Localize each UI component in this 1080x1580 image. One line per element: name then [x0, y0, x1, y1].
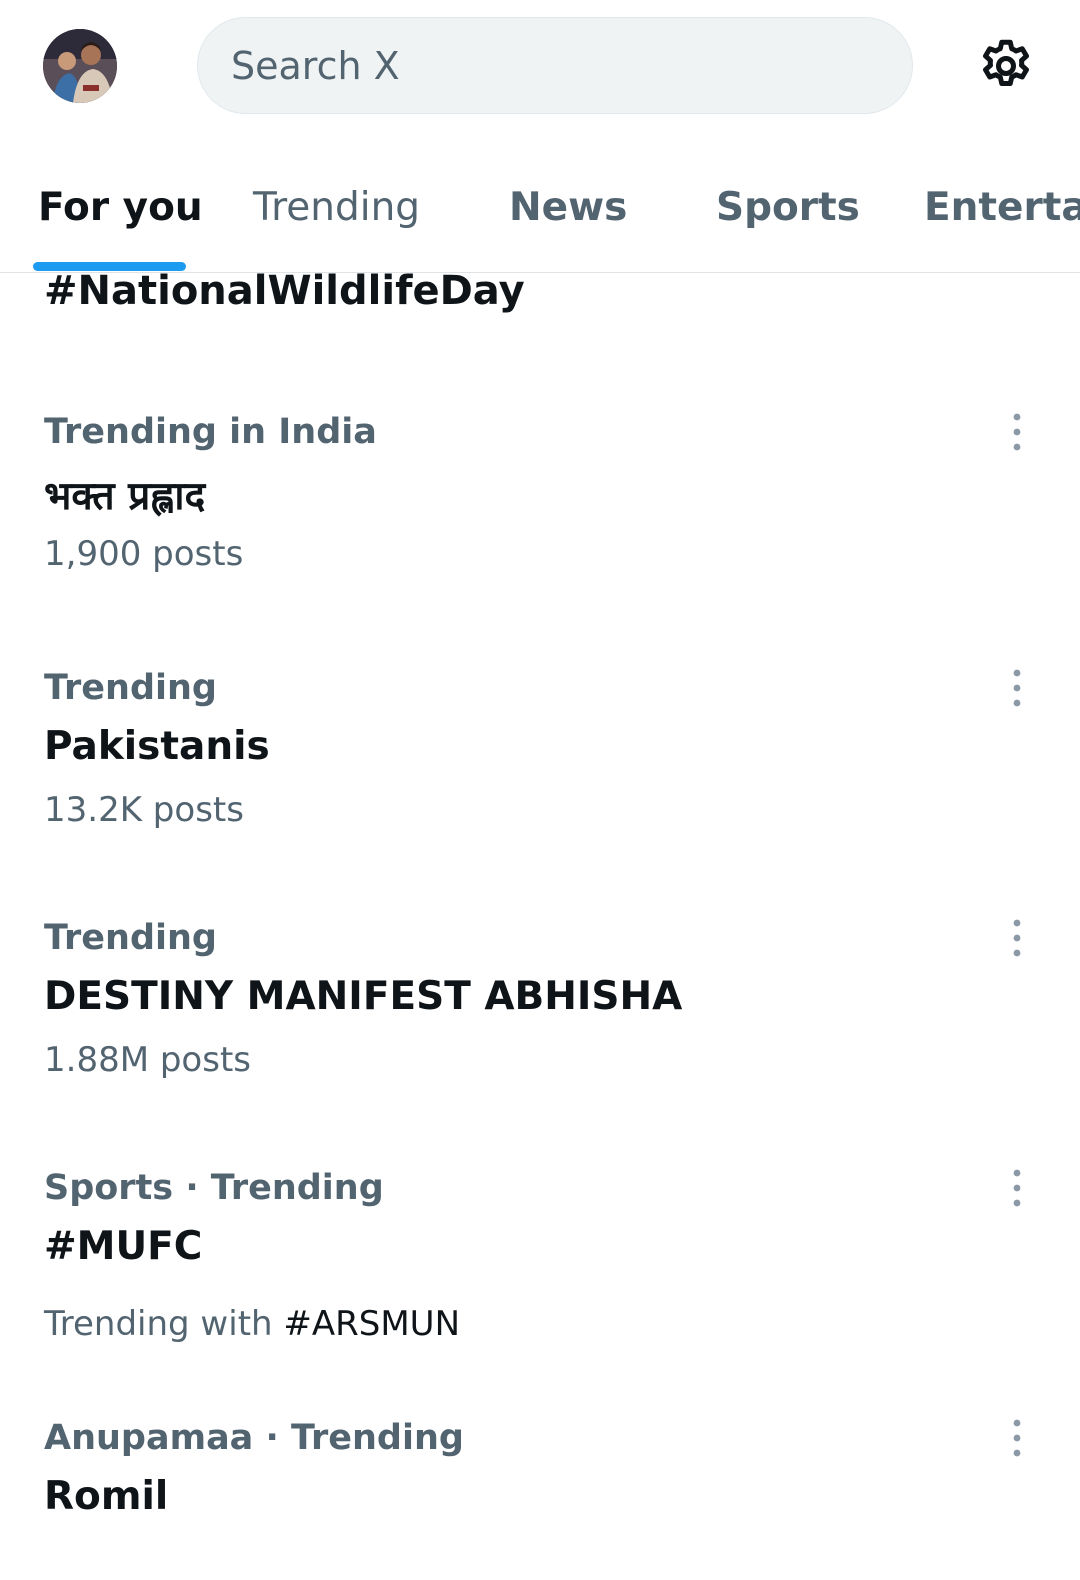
- tab-news[interactable]: News: [509, 185, 627, 230]
- more-options-button[interactable]: [1002, 410, 1032, 454]
- search-input[interactable]: [231, 43, 912, 88]
- more-vertical-icon: [1013, 1169, 1021, 1207]
- avatar-image: [43, 29, 117, 103]
- trend-context: Trending: [44, 668, 217, 708]
- trend-post-count: 13.2K posts: [44, 790, 244, 830]
- gear-icon: [983, 39, 1029, 86]
- avatar[interactable]: [43, 29, 117, 103]
- trend-name: #MUFC: [44, 1224, 203, 1269]
- trend-related-label: Trending with: [44, 1304, 284, 1344]
- trend-context: Anupamaa · Trending: [44, 1418, 464, 1458]
- trend-context: Sports · Trending: [44, 1168, 384, 1208]
- trend-post-count: 1,900 posts: [44, 534, 244, 574]
- tab-sports[interactable]: Sports: [716, 185, 860, 230]
- more-vertical-icon: [1013, 1419, 1021, 1457]
- more-vertical-icon: [1013, 413, 1021, 451]
- related-hashtag[interactable]: #ARSMUN: [283, 1304, 460, 1344]
- trend-related: Trending with #ARSMUN: [44, 1304, 460, 1344]
- trend-context: Trending: [44, 918, 217, 958]
- trend-context: Trending in India: [44, 412, 377, 452]
- trend-name: Romil: [44, 1474, 169, 1519]
- trend-name: Pakistanis: [44, 724, 270, 769]
- tab-for-you[interactable]: For you: [38, 185, 203, 230]
- more-vertical-icon: [1013, 669, 1021, 707]
- trend-name-partial[interactable]: #NationalWildlifeDay: [44, 268, 525, 314]
- more-options-button[interactable]: [1002, 1166, 1032, 1210]
- top-bar: [0, 0, 1080, 140]
- more-vertical-icon: [1013, 919, 1021, 957]
- trend-post-count: 1.88M posts: [44, 1040, 251, 1080]
- more-options-button[interactable]: [1002, 1416, 1032, 1460]
- more-options-button[interactable]: [1002, 916, 1032, 960]
- tab-entertainment[interactable]: Entertai: [924, 185, 1080, 230]
- tab-trending[interactable]: Trending: [253, 185, 420, 230]
- tab-bar: For you Trending News Sports Entertai: [0, 165, 1080, 273]
- more-options-button[interactable]: [1002, 666, 1032, 710]
- trend-name: DESTINY MANIFEST ABHISHA: [44, 974, 683, 1019]
- settings-button[interactable]: [976, 36, 1036, 96]
- search-bar[interactable]: [197, 17, 913, 114]
- trend-name: भक्त प्रह्लाद: [44, 474, 206, 519]
